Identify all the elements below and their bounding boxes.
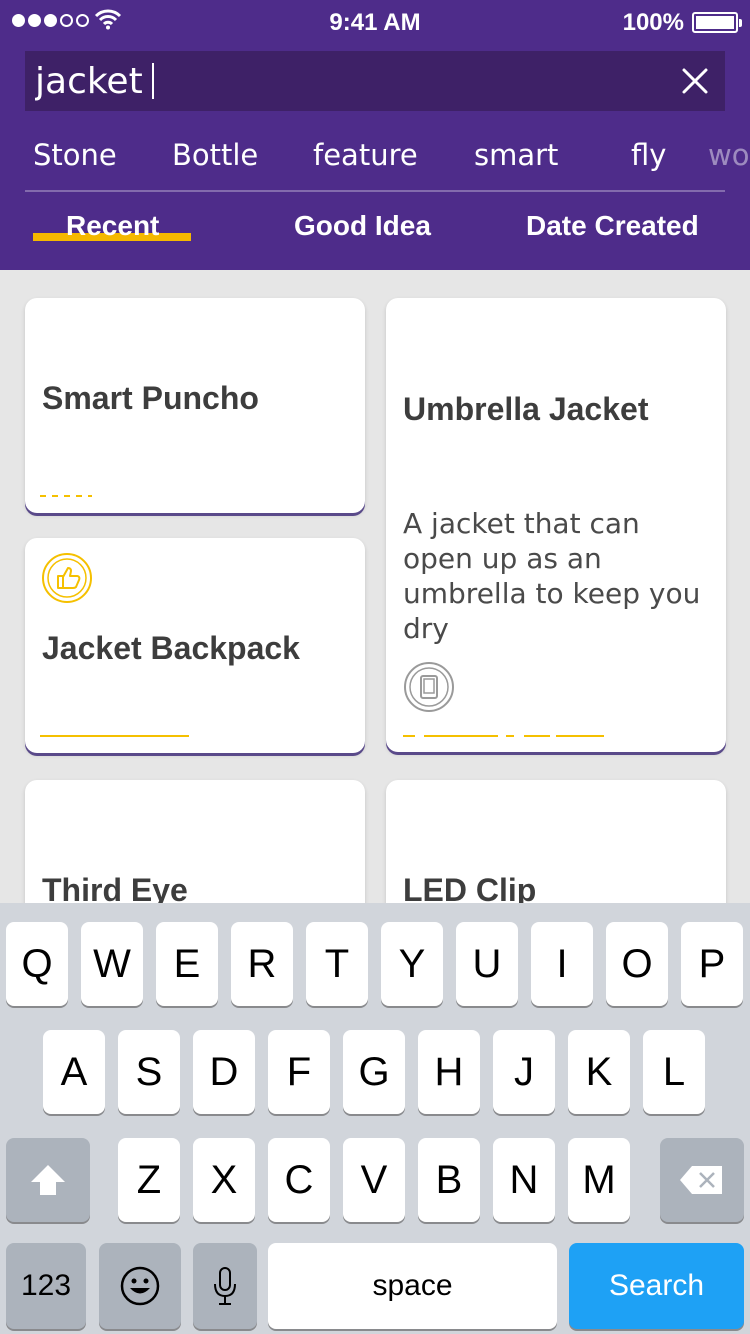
chip-fly[interactable]: fly (631, 138, 666, 172)
key-j[interactable]: J (493, 1030, 555, 1114)
chip-bottle[interactable]: Bottle (172, 138, 258, 172)
text-caret (152, 63, 154, 99)
shift-icon (31, 1165, 65, 1195)
tablet-icon (404, 662, 454, 712)
card-title: Smart Puncho (42, 380, 259, 416)
shift-key[interactable] (6, 1138, 90, 1222)
emoji-key[interactable] (99, 1243, 181, 1329)
key-h[interactable]: H (418, 1030, 480, 1114)
card-title: Jacket Backpack (42, 630, 300, 666)
thumbs-up-icon (42, 553, 92, 603)
idea-card[interactable]: Smart Puncho (25, 298, 365, 513)
key-c[interactable]: C (268, 1138, 330, 1222)
key-t[interactable]: T (306, 922, 368, 1006)
tab-recent[interactable]: Recent (66, 210, 159, 242)
card-decoration (40, 495, 92, 497)
key-e[interactable]: E (156, 922, 218, 1006)
numbers-key[interactable]: 123 (6, 1243, 86, 1329)
chip-stone[interactable]: Stone (33, 138, 117, 172)
divider (25, 190, 725, 192)
suggestion-chips: Stone Bottle feature smart fly wo (0, 138, 750, 180)
key-y[interactable]: Y (381, 922, 443, 1006)
key-i[interactable]: I (531, 922, 593, 1006)
chip-feature[interactable]: feature (313, 138, 418, 172)
delete-key[interactable] (660, 1138, 744, 1222)
microphone-key[interactable] (193, 1243, 257, 1329)
key-l[interactable]: L (643, 1030, 705, 1114)
key-d[interactable]: D (193, 1030, 255, 1114)
search-input[interactable] (35, 51, 655, 111)
search-key[interactable]: Search (569, 1243, 744, 1329)
idea-card[interactable]: Umbrella Jacket A jacket that can open u… (386, 298, 726, 752)
card-decoration (506, 735, 514, 737)
card-decoration (524, 735, 550, 737)
emoji-icon (120, 1266, 160, 1306)
battery-icon (692, 12, 742, 33)
close-icon[interactable] (679, 65, 711, 97)
key-z[interactable]: Z (118, 1138, 180, 1222)
key-w[interactable]: W (81, 922, 143, 1006)
key-o[interactable]: O (606, 922, 668, 1006)
card-title: Umbrella Jacket (403, 391, 649, 427)
card-decoration (424, 735, 498, 737)
card-decoration (40, 735, 189, 737)
search-bar (25, 51, 725, 111)
tab-good-idea[interactable]: Good Idea (294, 210, 431, 242)
status-bar: 9:41 AM 100% (0, 0, 750, 44)
tab-date-created[interactable]: Date Created (526, 210, 699, 242)
keyboard: Q W E R T Y U I O P A S D F G H J K L Z … (0, 903, 750, 1334)
space-key[interactable]: space (268, 1243, 557, 1329)
backspace-icon (680, 1166, 722, 1194)
chip-smart[interactable]: smart (474, 138, 558, 172)
idea-card[interactable]: Jacket Backpack (25, 538, 365, 753)
battery-percentage: 100% (622, 9, 684, 36)
key-x[interactable]: X (193, 1138, 255, 1222)
key-b[interactable]: B (418, 1138, 480, 1222)
key-r[interactable]: R (231, 922, 293, 1006)
key-n[interactable]: N (493, 1138, 555, 1222)
key-u[interactable]: U (456, 922, 518, 1006)
key-p[interactable]: P (681, 922, 743, 1006)
microphone-icon (214, 1267, 236, 1305)
key-v[interactable]: V (343, 1138, 405, 1222)
key-s[interactable]: S (118, 1030, 180, 1114)
key-a[interactable]: A (43, 1030, 105, 1114)
key-k[interactable]: K (568, 1030, 630, 1114)
key-m[interactable]: M (568, 1138, 630, 1222)
header: 9:41 AM 100% Stone Bottle feature smart … (0, 0, 750, 270)
card-decoration (556, 735, 604, 737)
key-f[interactable]: F (268, 1030, 330, 1114)
key-g[interactable]: G (343, 1030, 405, 1114)
key-q[interactable]: Q (6, 922, 68, 1006)
chip-partial[interactable]: wo (708, 138, 749, 172)
card-description: A jacket that can open up as an umbrella… (403, 507, 701, 645)
card-decoration (403, 735, 415, 737)
